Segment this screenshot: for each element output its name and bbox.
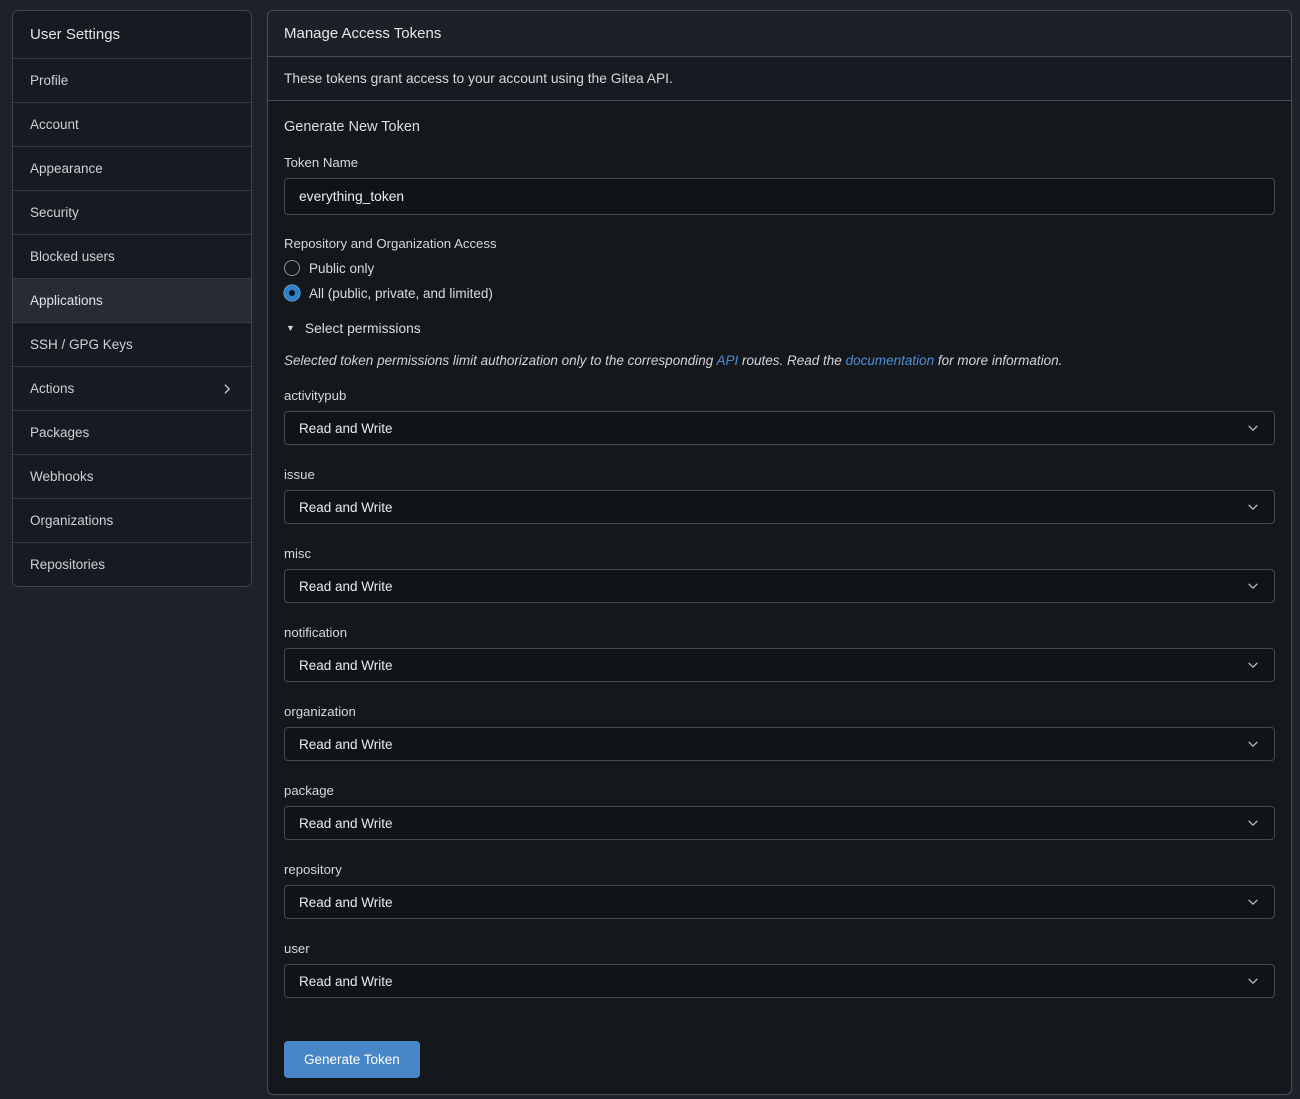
api-link[interactable]: API (716, 353, 738, 368)
chevron-down-icon (1246, 421, 1260, 435)
hint-text: for more information. (934, 353, 1062, 368)
access-scope-label: Repository and Organization Access (284, 236, 1275, 251)
selected-option: Read and Write (299, 658, 393, 673)
radio-label-public-only: Public only (309, 261, 374, 276)
selected-option: Read and Write (299, 579, 393, 594)
sidebar-item-profile[interactable]: Profile (13, 58, 251, 102)
permissions-hint: Selected token permissions limit authori… (284, 353, 1275, 368)
radio-all-selected[interactable] (284, 285, 300, 301)
selected-option: Read and Write (299, 737, 393, 752)
chevron-right-icon (220, 382, 234, 396)
token-name-input[interactable] (284, 178, 1275, 215)
perm-group-activitypub: activitypub Read and Write (284, 388, 1275, 445)
selected-option: Read and Write (299, 500, 393, 515)
chevron-down-icon (1246, 579, 1260, 593)
selected-option: Read and Write (299, 974, 393, 989)
selected-option: Read and Write (299, 895, 393, 910)
sidebar-item-label: Applications (30, 293, 103, 308)
select-permissions-label: Select permissions (305, 321, 421, 336)
perm-group-user: user Read and Write (284, 941, 1275, 998)
chevron-down-icon (1246, 658, 1260, 672)
manage-access-tokens-panel: Manage Access Tokens These tokens grant … (267, 10, 1292, 1095)
perm-label-package: package (284, 783, 1275, 798)
radio-label-all: All (public, private, and limited) (309, 286, 493, 301)
selected-option: Read and Write (299, 816, 393, 831)
sidebar-item-label: Organizations (30, 513, 113, 528)
sidebar-item-organizations[interactable]: Organizations (13, 498, 251, 542)
perm-label-misc: misc (284, 546, 1275, 561)
perm-select-organization[interactable]: Read and Write (284, 727, 1275, 761)
selected-option: Read and Write (299, 421, 393, 436)
sidebar-item-label: Security (30, 205, 79, 220)
perm-group-notification: notification Read and Write (284, 625, 1275, 682)
chevron-down-icon (1246, 974, 1260, 988)
chevron-down-icon (1246, 737, 1260, 751)
hint-text: routes. Read the (738, 353, 845, 368)
sidebar-item-actions[interactable]: Actions (13, 366, 251, 410)
sidebar-item-label: Actions (30, 381, 74, 396)
perm-group-misc: misc Read and Write (284, 546, 1275, 603)
radio-row-all[interactable]: All (public, private, and limited) (284, 285, 1275, 301)
access-scope-group: Repository and Organization Access Publi… (284, 236, 1275, 301)
sidebar-item-label: Packages (30, 425, 89, 440)
panel-description: These tokens grant access to your accoun… (268, 57, 1291, 101)
sidebar-item-blocked-users[interactable]: Blocked users (13, 234, 251, 278)
select-permissions-toggle[interactable]: ▼ Select permissions (286, 321, 1275, 336)
sidebar-item-label: Account (30, 117, 79, 132)
section-title: Generate New Token (284, 119, 1275, 135)
perm-select-issue[interactable]: Read and Write (284, 490, 1275, 524)
sidebar-title: User Settings (13, 11, 251, 58)
panel-title: Manage Access Tokens (268, 11, 1291, 57)
page: User Settings Profile Account Appearance… (0, 0, 1300, 1099)
perm-select-user[interactable]: Read and Write (284, 964, 1275, 998)
perm-label-organization: organization (284, 704, 1275, 719)
sidebar-item-label: Appearance (30, 161, 103, 176)
perm-select-package[interactable]: Read and Write (284, 806, 1275, 840)
sidebar-item-label: Profile (30, 73, 68, 88)
perm-label-notification: notification (284, 625, 1275, 640)
perm-select-notification[interactable]: Read and Write (284, 648, 1275, 682)
sidebar-item-account[interactable]: Account (13, 102, 251, 146)
triangle-down-icon: ▼ (286, 324, 295, 333)
sidebar-item-label: Blocked users (30, 249, 115, 264)
sidebar-item-packages[interactable]: Packages (13, 410, 251, 454)
perm-select-repository[interactable]: Read and Write (284, 885, 1275, 919)
chevron-down-icon (1246, 816, 1260, 830)
perm-label-user: user (284, 941, 1275, 956)
settings-menu: User Settings Profile Account Appearance… (12, 10, 252, 587)
sidebar-item-ssh-gpg-keys[interactable]: SSH / GPG Keys (13, 322, 251, 366)
sidebar-item-webhooks[interactable]: Webhooks (13, 454, 251, 498)
sidebar-item-label: Webhooks (30, 469, 94, 484)
sidebar-item-applications[interactable]: Applications (13, 278, 251, 322)
perm-group-package: package Read and Write (284, 783, 1275, 840)
sidebar-item-repositories[interactable]: Repositories (13, 542, 251, 586)
documentation-link[interactable]: documentation (846, 353, 935, 368)
perm-group-issue: issue Read and Write (284, 467, 1275, 524)
perm-label-issue: issue (284, 467, 1275, 482)
sidebar-item-label: SSH / GPG Keys (30, 337, 133, 352)
sidebar-item-security[interactable]: Security (13, 190, 251, 234)
perm-group-repository: repository Read and Write (284, 862, 1275, 919)
perm-select-misc[interactable]: Read and Write (284, 569, 1275, 603)
sidebar-item-appearance[interactable]: Appearance (13, 146, 251, 190)
perm-select-activitypub[interactable]: Read and Write (284, 411, 1275, 445)
perm-label-activitypub: activitypub (284, 388, 1275, 403)
radio-public-only[interactable] (284, 260, 300, 276)
hint-text: Selected token permissions limit authori… (284, 353, 716, 368)
perm-label-repository: repository (284, 862, 1275, 877)
chevron-down-icon (1246, 895, 1260, 909)
chevron-down-icon (1246, 500, 1260, 514)
generate-token-button[interactable]: Generate Token (284, 1041, 420, 1078)
perm-group-organization: organization Read and Write (284, 704, 1275, 761)
generate-token-form: Generate New Token Token Name Repository… (268, 101, 1291, 1094)
sidebar-item-label: Repositories (30, 557, 105, 572)
settings-sidebar: User Settings Profile Account Appearance… (12, 10, 252, 587)
radio-row-public-only[interactable]: Public only (284, 260, 1275, 276)
token-name-label: Token Name (284, 155, 1275, 170)
